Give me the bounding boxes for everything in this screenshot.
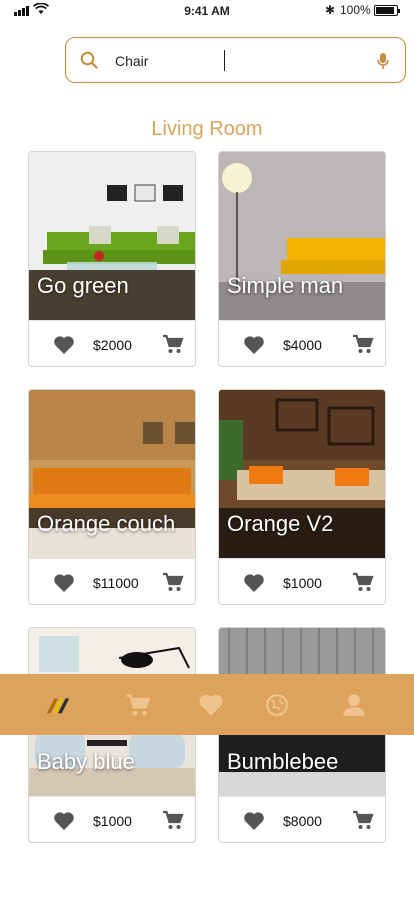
status-bar: 9:41 AM ✱ 100% — [0, 0, 414, 20]
text-caret — [224, 50, 225, 71]
heart-icon[interactable] — [198, 693, 224, 717]
product-card[interactable]: Baby blue $1000 — [28, 627, 196, 843]
product-actions: $4000 — [219, 320, 385, 366]
product-name: Baby blue — [37, 749, 135, 774]
product-card[interactable]: Go green $2000 — [28, 151, 196, 367]
cart-icon[interactable] — [352, 810, 374, 830]
product-name: Go green — [37, 273, 129, 298]
mic-icon[interactable] — [376, 52, 390, 70]
product-price: $4000 — [283, 337, 322, 353]
cart-icon[interactable] — [162, 334, 184, 354]
battery-percent: 100% — [340, 3, 371, 17]
cart-icon[interactable] — [125, 693, 151, 717]
heart-icon[interactable] — [243, 335, 265, 355]
product-card[interactable]: Orange couch $11000 — [28, 389, 196, 605]
product-actions: $2000 — [29, 320, 195, 366]
section-title: Living Room — [151, 118, 263, 140]
heart-icon[interactable] — [53, 335, 75, 355]
product-name: Orange V2 — [227, 511, 334, 536]
battery-icon — [374, 5, 400, 16]
logo-icon[interactable] — [45, 693, 71, 717]
product-card[interactable]: Orange V2 $1000 — [218, 389, 386, 605]
cart-icon[interactable] — [352, 334, 374, 354]
bottom-tab-bar — [0, 674, 414, 735]
product-actions: $1000 — [29, 796, 195, 842]
cart-icon[interactable] — [162, 572, 184, 592]
heart-icon[interactable] — [53, 811, 75, 831]
product-card[interactable]: Bumblebee $8000 — [218, 627, 386, 843]
product-price: $1000 — [283, 575, 322, 591]
cart-icon[interactable] — [162, 810, 184, 830]
product-name: Orange couch — [37, 511, 176, 536]
product-price: $11000 — [93, 575, 139, 591]
product-name: Bumblebee — [227, 749, 339, 774]
product-actions: $11000 — [29, 558, 195, 604]
bluetooth-icon: ✱ — [325, 3, 336, 17]
product-actions: $8000 — [219, 796, 385, 842]
product-price: $1000 — [93, 813, 132, 829]
heart-icon[interactable] — [53, 573, 75, 593]
product-card[interactable]: Simple man $4000 — [218, 151, 386, 367]
cart-icon[interactable] — [352, 572, 374, 592]
search-bar[interactable]: Chair — [65, 37, 406, 83]
heart-icon[interactable] — [243, 811, 265, 831]
product-price: $2000 — [93, 337, 132, 353]
heart-icon[interactable] — [243, 573, 265, 593]
product-price: $8000 — [283, 813, 322, 829]
explore-icon[interactable] — [264, 693, 290, 717]
search-icon[interactable] — [80, 51, 98, 69]
product-actions: $1000 — [219, 558, 385, 604]
profile-icon[interactable] — [341, 693, 367, 717]
search-input[interactable]: Chair — [115, 53, 148, 69]
product-name: Simple man — [227, 273, 344, 298]
